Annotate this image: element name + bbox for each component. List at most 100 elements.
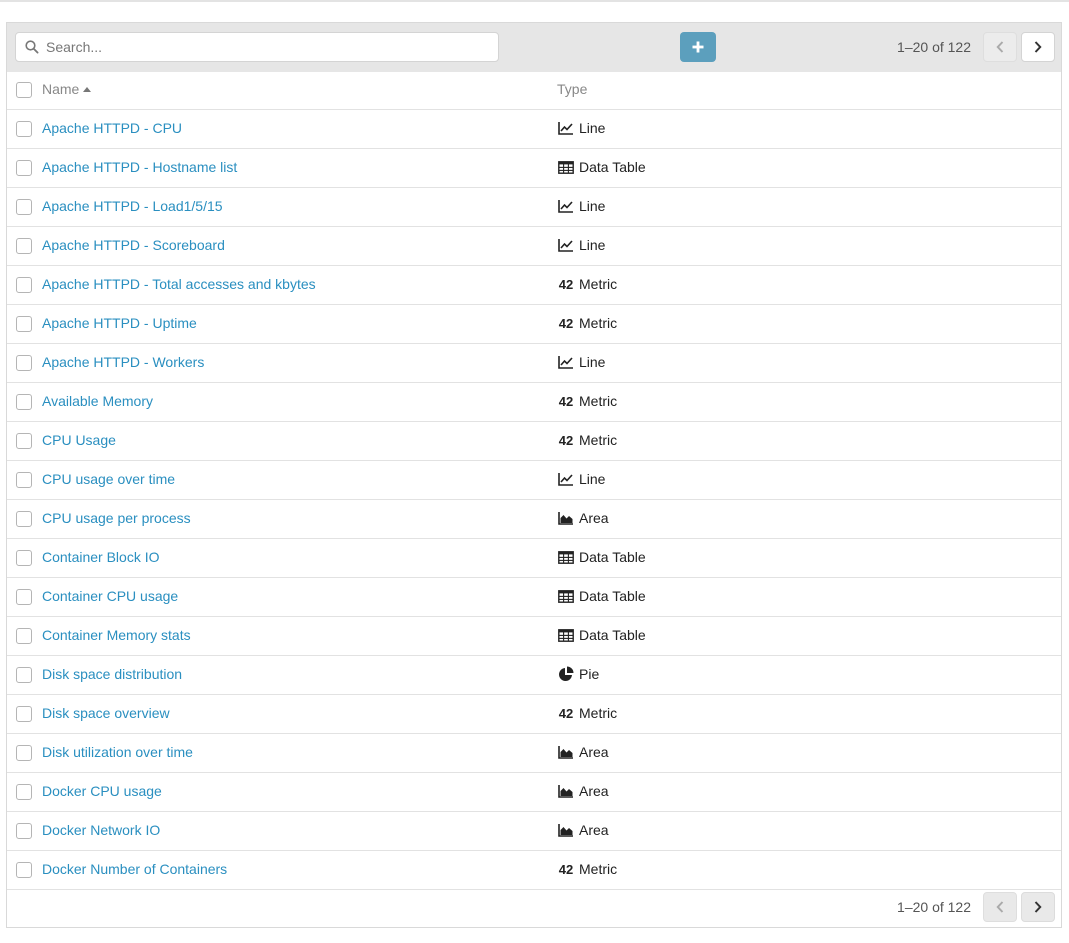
visualization-name-link[interactable]: Apache HTTPD - CPU xyxy=(42,120,182,136)
visualization-type-label: Metric xyxy=(579,393,618,409)
visualization-type: 42 Metric xyxy=(557,393,617,409)
visualization-name-link[interactable]: Container Block IO xyxy=(42,549,160,565)
pagination-bottom: 1–20 of 122 xyxy=(897,892,1055,922)
visualization-name-link[interactable]: Disk utilization over time xyxy=(42,744,193,760)
toolbar: 1–20 of 122 xyxy=(7,23,1061,72)
line-chart-icon xyxy=(557,471,575,487)
table-row: Disk space overview 42 Metric xyxy=(7,695,1061,734)
line-chart-icon xyxy=(557,354,575,370)
row-checkbox[interactable] xyxy=(16,862,32,878)
visualization-name-link[interactable]: Apache HTTPD - Workers xyxy=(42,354,204,370)
table-row: Docker Number of Containers 42 Metric xyxy=(7,851,1061,890)
row-checkbox[interactable] xyxy=(16,511,32,527)
row-checkbox[interactable] xyxy=(16,121,32,137)
area-chart-icon xyxy=(557,510,575,526)
row-checkbox[interactable] xyxy=(16,316,32,332)
visualization-type: Area xyxy=(557,744,609,760)
table-icon xyxy=(557,588,575,604)
visualization-name-link[interactable]: Apache HTTPD - Scoreboard xyxy=(42,237,225,253)
visualization-type-label: Metric xyxy=(579,432,618,448)
visualization-name-link[interactable]: CPU usage over time xyxy=(42,471,175,487)
add-visualization-button[interactable] xyxy=(680,32,716,62)
visualization-type: 42 Metric xyxy=(557,705,617,721)
visualization-name-link[interactable]: Apache HTTPD - Uptime xyxy=(42,315,197,331)
table-row: Apache HTTPD - Workers Line xyxy=(7,344,1061,383)
pie-chart-icon xyxy=(557,666,575,682)
row-checkbox[interactable] xyxy=(16,628,32,644)
visualization-name-link[interactable]: Docker Network IO xyxy=(42,822,160,838)
row-checkbox[interactable] xyxy=(16,355,32,371)
visualization-type: Area xyxy=(557,822,609,838)
visualization-type-label: Metric xyxy=(579,315,618,331)
row-checkbox[interactable] xyxy=(16,238,32,254)
table-row: Container CPU usage Data Table xyxy=(7,578,1061,617)
next-page-button[interactable] xyxy=(1021,32,1055,62)
visualization-type-label: Line xyxy=(579,120,606,136)
search-icon xyxy=(25,40,39,54)
visualization-type-label: Metric xyxy=(579,276,618,292)
chevron-right-icon xyxy=(1034,901,1042,913)
visualization-name-link[interactable]: Docker CPU usage xyxy=(42,783,162,799)
row-checkbox[interactable] xyxy=(16,472,32,488)
row-checkbox[interactable] xyxy=(16,394,32,410)
visualization-type-label: Metric xyxy=(579,861,618,877)
table-row: CPU usage over time Line xyxy=(7,461,1061,500)
visualization-name-link[interactable]: Disk space distribution xyxy=(42,666,182,682)
visualization-type-label: Area xyxy=(579,744,609,760)
next-page-button-bottom[interactable] xyxy=(1021,892,1055,922)
row-checkbox[interactable] xyxy=(16,199,32,215)
row-checkbox[interactable] xyxy=(16,277,32,293)
select-all-checkbox[interactable] xyxy=(16,82,32,98)
row-checkbox[interactable] xyxy=(16,784,32,800)
visualization-type-label: Pie xyxy=(579,666,600,682)
visualization-type: Line xyxy=(557,471,605,487)
metric-icon: 42 xyxy=(558,432,574,448)
visualization-type: 42 Metric xyxy=(557,861,617,877)
plus-icon xyxy=(692,41,704,53)
visualization-name-link[interactable]: CPU Usage xyxy=(42,432,116,448)
search-input[interactable] xyxy=(46,36,486,58)
top-divider xyxy=(0,0,1069,2)
visualizations-panel: 1–20 of 122 Name Type Apache HTTPD - CPU… xyxy=(6,22,1062,928)
visualization-type-label: Line xyxy=(579,198,606,214)
column-header-name[interactable]: Name xyxy=(42,81,92,97)
row-checkbox[interactable] xyxy=(16,823,32,839)
row-checkbox[interactable] xyxy=(16,589,32,605)
visualization-name-link[interactable]: Docker Number of Containers xyxy=(42,861,227,877)
chevron-left-icon xyxy=(996,901,1004,913)
search-box[interactable] xyxy=(15,32,499,62)
visualization-type: Line xyxy=(557,237,605,253)
visualization-name-link[interactable]: Apache HTTPD - Total accesses and kbytes xyxy=(42,276,316,292)
row-checkbox[interactable] xyxy=(16,160,32,176)
table-row: Apache HTTPD - CPU Line xyxy=(7,110,1061,149)
previous-page-button[interactable] xyxy=(983,32,1017,62)
chevron-left-icon xyxy=(996,41,1004,53)
row-checkbox[interactable] xyxy=(16,706,32,722)
visualization-type: 42 Metric xyxy=(557,432,617,448)
area-chart-icon xyxy=(557,783,575,799)
line-chart-icon xyxy=(557,237,575,253)
row-checkbox[interactable] xyxy=(16,550,32,566)
visualization-type: Data Table xyxy=(557,549,646,565)
metric-icon: 42 xyxy=(558,861,574,877)
table-row: Apache HTTPD - Load1/5/15 Line xyxy=(7,188,1061,227)
table-icon xyxy=(557,159,575,175)
table-row: CPU usage per process Area xyxy=(7,500,1061,539)
visualization-type-label: Data Table xyxy=(579,549,646,565)
visualization-type-label: Data Table xyxy=(579,627,646,643)
row-checkbox[interactable] xyxy=(16,433,32,449)
visualization-name-link[interactable]: Disk space overview xyxy=(42,705,170,721)
row-checkbox[interactable] xyxy=(16,745,32,761)
visualization-name-link[interactable]: Container CPU usage xyxy=(42,588,178,604)
visualization-name-link[interactable]: Apache HTTPD - Hostname list xyxy=(42,159,237,175)
table-row: Available Memory 42 Metric xyxy=(7,383,1061,422)
visualization-type: Line xyxy=(557,354,605,370)
visualization-type: Data Table xyxy=(557,159,646,175)
row-checkbox[interactable] xyxy=(16,667,32,683)
table-row: Apache HTTPD - Uptime 42 Metric xyxy=(7,305,1061,344)
visualization-name-link[interactable]: Container Memory stats xyxy=(42,627,191,643)
previous-page-button-bottom[interactable] xyxy=(983,892,1017,922)
visualization-name-link[interactable]: Available Memory xyxy=(42,393,153,409)
visualization-name-link[interactable]: CPU usage per process xyxy=(42,510,191,526)
visualization-name-link[interactable]: Apache HTTPD - Load1/5/15 xyxy=(42,198,223,214)
